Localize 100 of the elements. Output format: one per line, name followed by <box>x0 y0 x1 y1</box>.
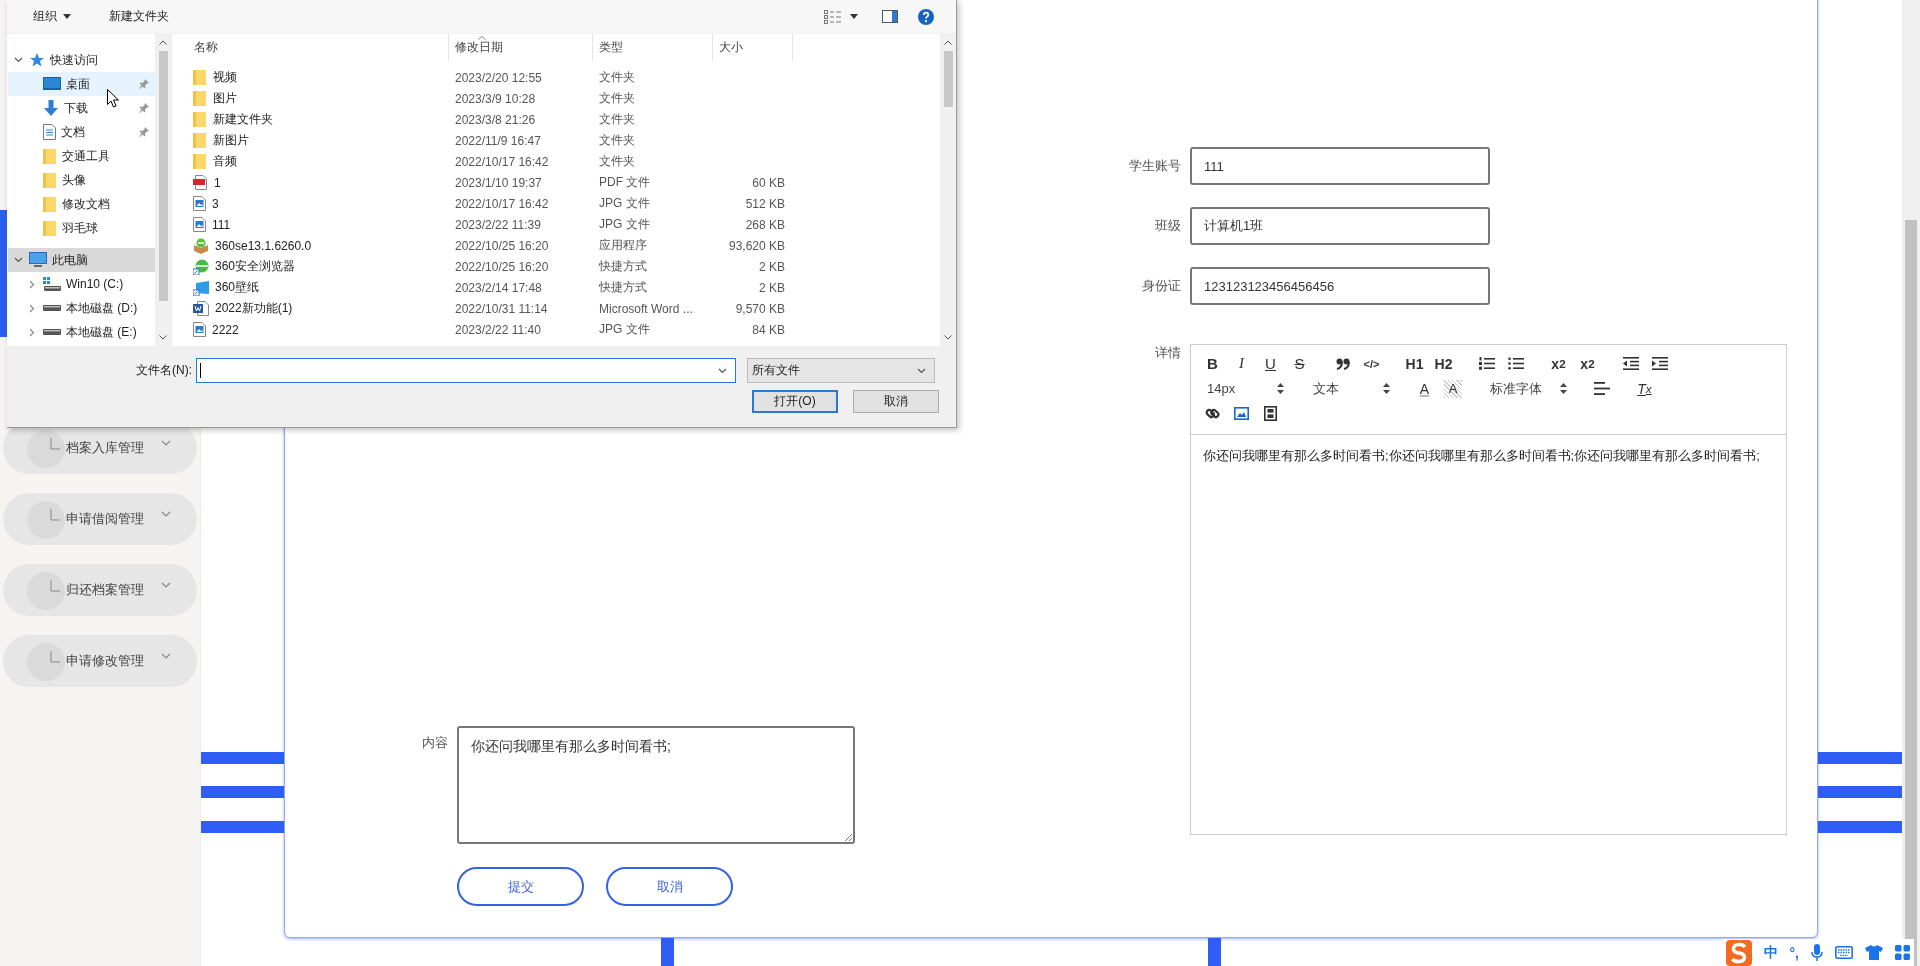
field-label: 详情 <box>1154 344 1181 362</box>
collapsed-chevron-icon[interactable] <box>29 303 35 313</box>
link-icon <box>1205 406 1220 421</box>
toolbar-select[interactable]: 标准字体 <box>1481 376 1573 401</box>
file-row[interactable]: 新建文件夹 2023/3/8 21:26 文件夹 <box>174 109 940 130</box>
chevron-down-icon[interactable] <box>718 367 727 374</box>
s-logo-icon[interactable] <box>1725 939 1752 966</box>
sidebar-menu-item[interactable]: 申请修改管理 <box>3 635 197 687</box>
up-down-arrows-icon <box>1383 383 1390 394</box>
collapsed-chevron-icon[interactable] <box>29 327 35 337</box>
content-textarea[interactable]: 你还问我哪里有那么多时间看书; <box>457 726 855 844</box>
navigation-item[interactable]: 桌面 <box>8 72 155 96</box>
menu-icon-circle <box>27 572 65 610</box>
scroll-up-icon[interactable] <box>944 40 952 45</box>
submit-button[interactable]: 提交 <box>457 867 584 906</box>
cancel-button[interactable]: 取消 <box>606 867 733 906</box>
folder-icon <box>193 154 207 169</box>
file-row[interactable]: 音频 2022/10/17 16:42 文件夹 <box>174 151 940 172</box>
image-file-icon <box>193 196 206 211</box>
file-row[interactable]: 视频 2023/2/20 12:55 文件夹 <box>174 67 940 88</box>
scroll-up-icon[interactable] <box>159 40 167 45</box>
file-type-dropdown[interactable]: 所有文件 <box>747 358 935 383</box>
type-cell-text: JPG 文件 <box>598 216 651 233</box>
navigation-item[interactable]: 本地磁盘 (D:) <box>8 296 155 320</box>
star-icon <box>29 52 45 68</box>
preview-pane-icon[interactable] <box>882 10 898 23</box>
filename-field[interactable] <box>196 358 736 383</box>
organize-menu[interactable]: 组织 <box>25 5 79 28</box>
bold-button[interactable]: B <box>1198 351 1227 376</box>
navigation-item[interactable]: Win10 (C:) <box>8 272 155 296</box>
file-row[interactable]: 111 2023/2/22 11:39 JPG 文件 268 KB <box>174 214 940 235</box>
microphone-icon[interactable] <box>1811 944 1823 961</box>
file-row[interactable]: 1 2023/1/10 19:37 PDF 文件 60 KB <box>174 172 940 193</box>
caret-down-icon[interactable] <box>850 14 858 19</box>
navigation-item[interactable]: 此电脑 <box>8 248 155 272</box>
scrollbar-thumb[interactable] <box>943 51 953 107</box>
view-options-icon[interactable] <box>824 9 842 24</box>
toolbar-select[interactable]: 14px <box>1198 376 1290 401</box>
italic-button[interactable]: I <box>1227 351 1256 376</box>
column-header[interactable]: 大小 <box>713 34 793 61</box>
sidebar-menu-item[interactable]: 归还档案管理 <box>3 564 197 616</box>
document-icon <box>43 124 56 140</box>
expanded-chevron-icon[interactable] <box>13 257 23 263</box>
date-cell-text: 2022/10/17 16:42 <box>454 154 550 169</box>
navigation-item[interactable]: 头像 <box>8 168 155 192</box>
column-header[interactable]: 类型 <box>593 34 713 61</box>
navigation-item[interactable]: 下载 <box>8 96 155 120</box>
strikethrough-button[interactable]: S <box>1285 351 1314 376</box>
background-color-button[interactable]: A <box>1444 379 1462 398</box>
file-row[interactable]: 图片 2023/3/9 10:28 文件夹 <box>174 88 940 109</box>
open-button[interactable]: 打开(O) <box>752 390 838 413</box>
heading-button[interactable]: H2 <box>1429 351 1458 376</box>
outdent-icon <box>1622 357 1639 370</box>
input-field[interactable]: 123123123456456456 <box>1190 267 1490 305</box>
navigation-item[interactable]: 修改文档 <box>8 192 155 216</box>
file-row[interactable]: 3 2022/10/17 16:42 JPG 文件 512 KB <box>174 193 940 214</box>
new-folder-button[interactable]: 新建文件夹 <box>101 5 177 28</box>
column-header[interactable]: 修改日期 <box>449 34 593 61</box>
collapsed-chevron-icon[interactable] <box>29 279 35 289</box>
input-field[interactable]: 111 <box>1190 147 1490 185</box>
input-field[interactable]: 计算机1班 <box>1190 207 1490 245</box>
underline-button[interactable]: U <box>1256 351 1285 376</box>
sidebar-menu-item[interactable]: 申请借阅管理 <box>3 493 197 545</box>
help-icon[interactable] <box>918 8 934 25</box>
file-row[interactable]: 360壁纸 2023/2/14 17:48 快捷方式 2 KB <box>174 277 940 298</box>
file-name: 360安全浏览器 <box>215 258 296 275</box>
pin-icon[interactable] <box>139 103 149 113</box>
file-row[interactable]: 2222 2023/2/22 11:40 JPG 文件 84 KB <box>174 319 940 340</box>
font-color-button[interactable]: A <box>1410 376 1439 401</box>
cancel-button[interactable]: 取消 <box>853 390 939 413</box>
tree-branch-icon <box>50 438 60 450</box>
scroll-down-icon[interactable] <box>159 335 167 340</box>
punctuation-toggle[interactable]: °, <box>1789 944 1799 961</box>
file-row[interactable]: 360se13.1.6260.0 2022/10/25 16:20 应用程序 93,620 KB <box>174 235 940 256</box>
navigation-item[interactable]: 羽毛球 <box>8 216 155 240</box>
keyboard-icon[interactable] <box>1835 946 1853 959</box>
tree-branch-icon <box>50 651 60 663</box>
shirt-icon[interactable] <box>1865 945 1883 960</box>
pin-icon[interactable] <box>139 127 149 137</box>
column-header[interactable]: 名称 <box>174 34 449 61</box>
file-row[interactable]: 2022新功能(1) 2022/10/31 11:14 Microsoft Word ... 9,570 KB <box>174 298 940 319</box>
navigation-item[interactable]: 文档 <box>8 120 155 144</box>
code-button[interactable]: </> <box>1357 351 1386 376</box>
file-row[interactable]: 360安全浏览器 2022/10/25 16:20 快捷方式 2 KB <box>174 256 940 277</box>
navigation-item[interactable]: 交通工具 <box>8 144 155 168</box>
size-cell-text: 9,570 KB <box>734 301 786 316</box>
folder-icon <box>193 91 207 106</box>
scroll-down-icon[interactable] <box>944 335 952 340</box>
scrollbar-thumb[interactable] <box>1905 220 1917 966</box>
size-cell-text: 84 KB <box>751 322 786 337</box>
heading-button[interactable]: H1 <box>1400 351 1429 376</box>
navigation-item[interactable]: 本地磁盘 (E:) <box>8 320 155 344</box>
scrollbar-thumb[interactable] <box>158 51 168 301</box>
expanded-chevron-icon[interactable] <box>13 57 23 63</box>
navigation-item[interactable]: 快速访问 <box>8 48 155 72</box>
resize-grip-icon[interactable] <box>844 833 852 841</box>
grid-icon[interactable] <box>1895 945 1910 960</box>
toolbar-select[interactable]: 文本 <box>1304 376 1396 401</box>
file-row[interactable]: 新图片 2022/11/9 16:47 文件夹 <box>174 130 940 151</box>
input-mode-toggle[interactable]: 中 <box>1763 943 1778 962</box>
